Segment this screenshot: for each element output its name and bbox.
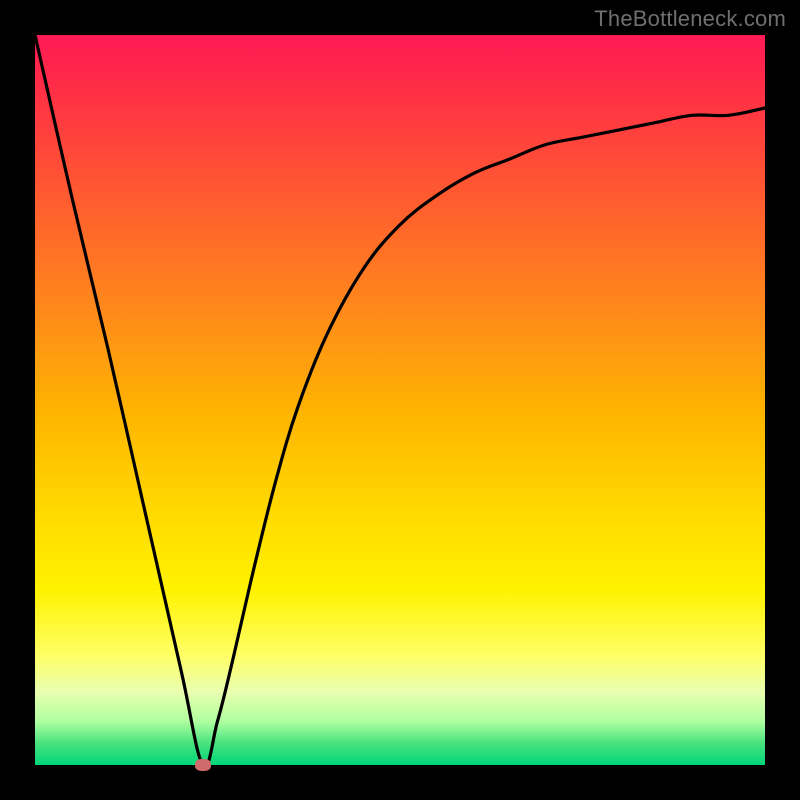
chart-frame: TheBottleneck.com	[0, 0, 800, 800]
plot-area	[35, 35, 765, 765]
bottleneck-curve	[35, 35, 765, 765]
watermark-text: TheBottleneck.com	[594, 6, 786, 32]
minimum-point-marker	[195, 759, 211, 771]
